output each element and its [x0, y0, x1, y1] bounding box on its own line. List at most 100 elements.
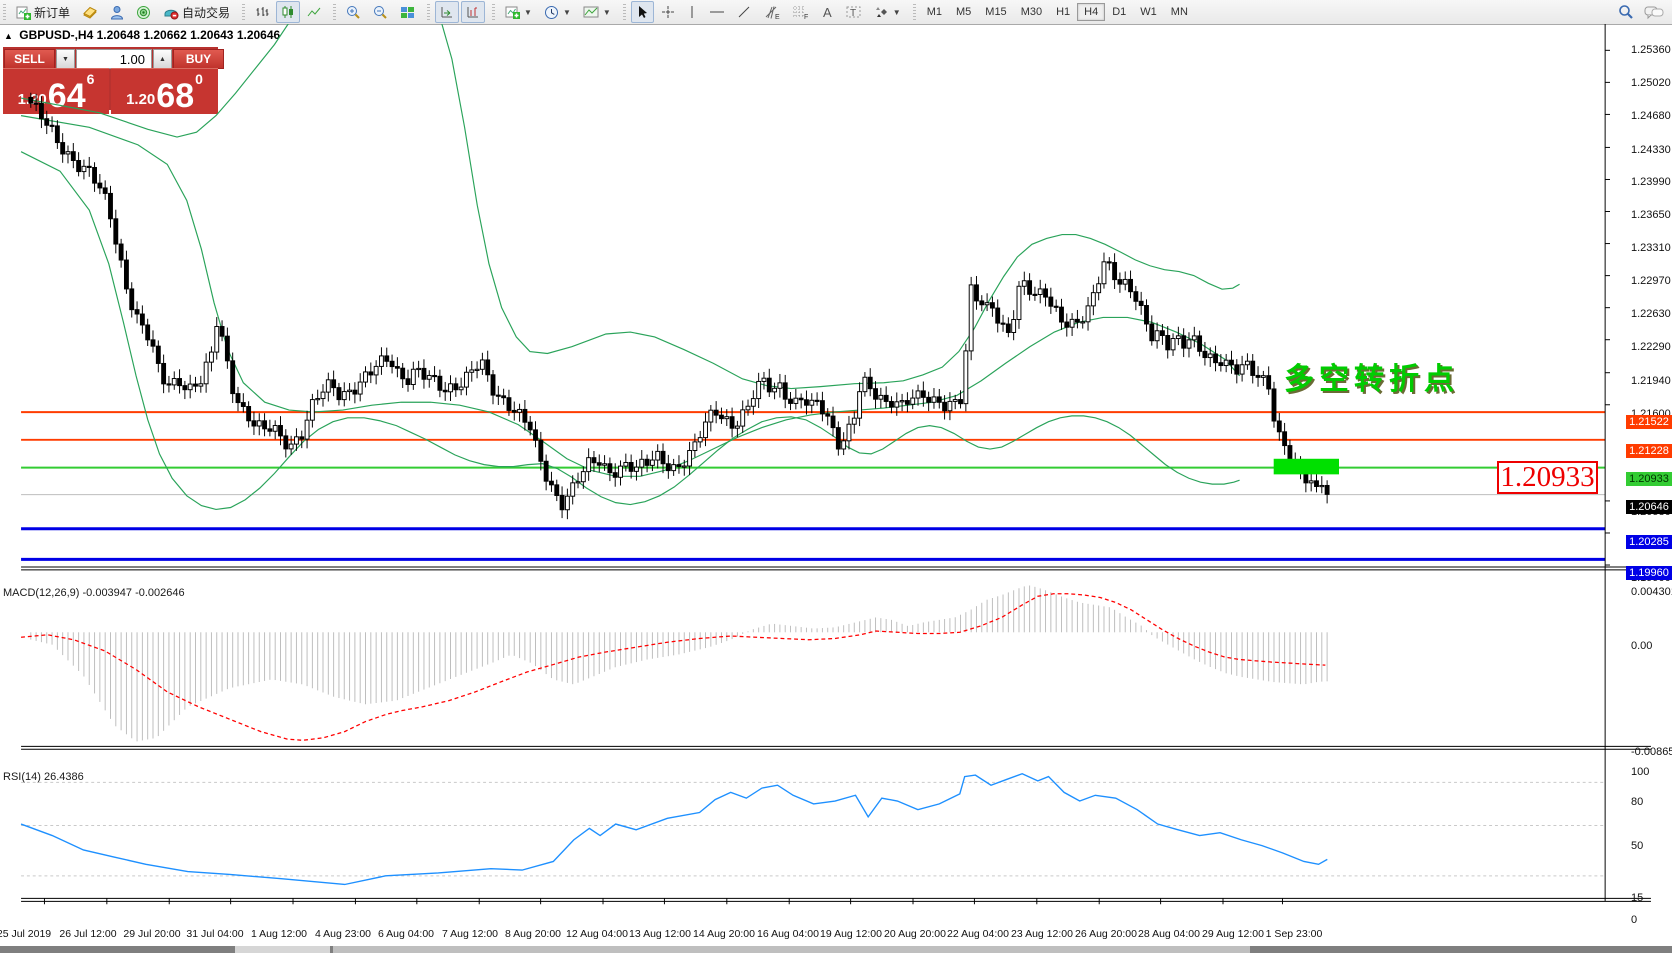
candle-body [199, 384, 203, 386]
rsi-indicator-label: RSI(14) 26.4386 [3, 771, 84, 783]
candle-body [273, 426, 277, 432]
candle-body [996, 308, 1000, 323]
candle-body [1012, 320, 1016, 333]
candle-body [395, 367, 399, 369]
candlestick-chart-icon [281, 5, 295, 19]
bar-chart-button[interactable] [250, 1, 274, 23]
auto-scroll-icon [440, 5, 454, 19]
candle-body [443, 390, 447, 392]
bollinger-upper-band [21, 24, 1240, 389]
price-tag[interactable]: 1.20646 [1626, 500, 1672, 514]
zoom-in-button[interactable] [341, 1, 366, 23]
timeframe-button-m30[interactable]: M30 [1014, 3, 1049, 21]
cursor-icon [636, 5, 649, 19]
candle-body [167, 384, 171, 385]
rsi-axis-label: 100 [1631, 766, 1649, 778]
yellow-book-button[interactable] [77, 1, 103, 23]
signal-button[interactable] [131, 1, 156, 23]
price-tag[interactable]: 1.19960 [1626, 566, 1672, 580]
horizontal-line-button[interactable] [704, 1, 730, 23]
candle-body [863, 377, 867, 391]
candle-body [486, 360, 490, 375]
candle-body [587, 458, 591, 472]
price-callout-label[interactable]: 1.20933 [1497, 461, 1598, 494]
grid-button[interactable]: F [787, 1, 814, 23]
candle-body [353, 390, 357, 394]
chart-tab-active[interactable] [333, 946, 1250, 953]
chart-tab[interactable] [235, 946, 330, 953]
price-tag[interactable]: 1.20285 [1626, 535, 1672, 549]
candle-body [1049, 297, 1053, 306]
candle-body [480, 360, 484, 369]
candle-body [326, 380, 330, 392]
highlight-rectangle[interactable] [1274, 459, 1339, 475]
timeframe-button-w1[interactable]: W1 [1133, 3, 1164, 21]
tile-windows-icon [400, 6, 415, 19]
candle-body [1277, 421, 1281, 432]
new-order-button[interactable]: 新订单 [11, 1, 75, 23]
crosshair-button[interactable] [656, 1, 680, 23]
timeframe-button-m15[interactable]: M15 [978, 3, 1013, 21]
candle-body [55, 126, 59, 143]
candle-body [858, 392, 862, 418]
candle-body [868, 377, 872, 388]
timeframe-button-d1[interactable]: D1 [1105, 3, 1133, 21]
date-label: 26 Aug 20:00 [1075, 928, 1137, 940]
trendline-button[interactable] [732, 1, 756, 23]
text-button[interactable]: A [816, 1, 839, 23]
text-label-button[interactable]: T [841, 1, 867, 23]
autotrading-button[interactable]: 自动交易 [158, 1, 235, 23]
date-label: 31 Jul 04:00 [186, 928, 243, 940]
community-button[interactable] [105, 1, 129, 23]
candle-body [438, 376, 442, 390]
search-icon[interactable] [1618, 4, 1634, 20]
candle-body [178, 379, 182, 386]
bottom-tabs-bar [0, 946, 1672, 953]
auto-scroll-button[interactable] [435, 1, 459, 23]
crosshair-icon [661, 5, 675, 19]
chart-annotation-text[interactable]: 多空转折点 [1284, 354, 1459, 398]
tile-windows-button[interactable] [395, 1, 420, 23]
zoom-out-button[interactable] [368, 1, 393, 23]
chart-shift-button[interactable] [461, 1, 485, 23]
chart-canvas[interactable] [0, 24, 1672, 953]
shapes-dropdown[interactable]: ▼ [869, 1, 906, 23]
candle-body [720, 415, 724, 419]
candlestick-chart-button[interactable] [276, 1, 300, 23]
new-chart-dropdown[interactable]: ▼ [500, 1, 537, 23]
candle-body [119, 244, 123, 260]
timeframe-button-m1[interactable]: M1 [920, 3, 949, 21]
candle-body [385, 356, 389, 361]
candle-body [592, 458, 596, 463]
candle-body [98, 183, 102, 188]
autotrading-label: 自动交易 [182, 4, 230, 21]
candle-body [613, 473, 617, 478]
candle-body [146, 325, 150, 340]
rsi-axis-label: 0 [1631, 914, 1637, 926]
price-tag[interactable]: 1.20933 [1626, 472, 1672, 486]
candle-body [411, 369, 415, 384]
fibonacci-button[interactable]: E [758, 1, 785, 23]
vertical-line-button[interactable] [682, 1, 702, 23]
timeframe-button-h1[interactable]: H1 [1049, 3, 1077, 21]
price-tag[interactable]: 1.21228 [1626, 444, 1672, 458]
candle-body [852, 418, 856, 424]
candle-body [268, 429, 272, 431]
line-chart-button[interactable] [302, 1, 326, 23]
period-dropdown[interactable]: ▼ [539, 1, 576, 23]
candle-body [1251, 361, 1255, 375]
timeframe-button-h4[interactable]: H4 [1077, 3, 1105, 21]
timeframe-button-m5[interactable]: M5 [949, 3, 978, 21]
candle-body [874, 389, 878, 399]
template-dropdown[interactable]: ▼ [578, 1, 616, 23]
candle-body [1075, 319, 1079, 322]
candle-body [433, 375, 437, 376]
candle-body [725, 417, 729, 419]
timeframe-button-mn[interactable]: MN [1164, 3, 1195, 21]
price-tag[interactable]: 1.21522 [1626, 415, 1672, 429]
date-label: 1 Aug 12:00 [251, 928, 307, 940]
chat-icon[interactable] [1644, 5, 1664, 20]
candle-body [263, 421, 267, 429]
candle-body [342, 392, 346, 400]
cursor-button[interactable] [631, 1, 654, 23]
